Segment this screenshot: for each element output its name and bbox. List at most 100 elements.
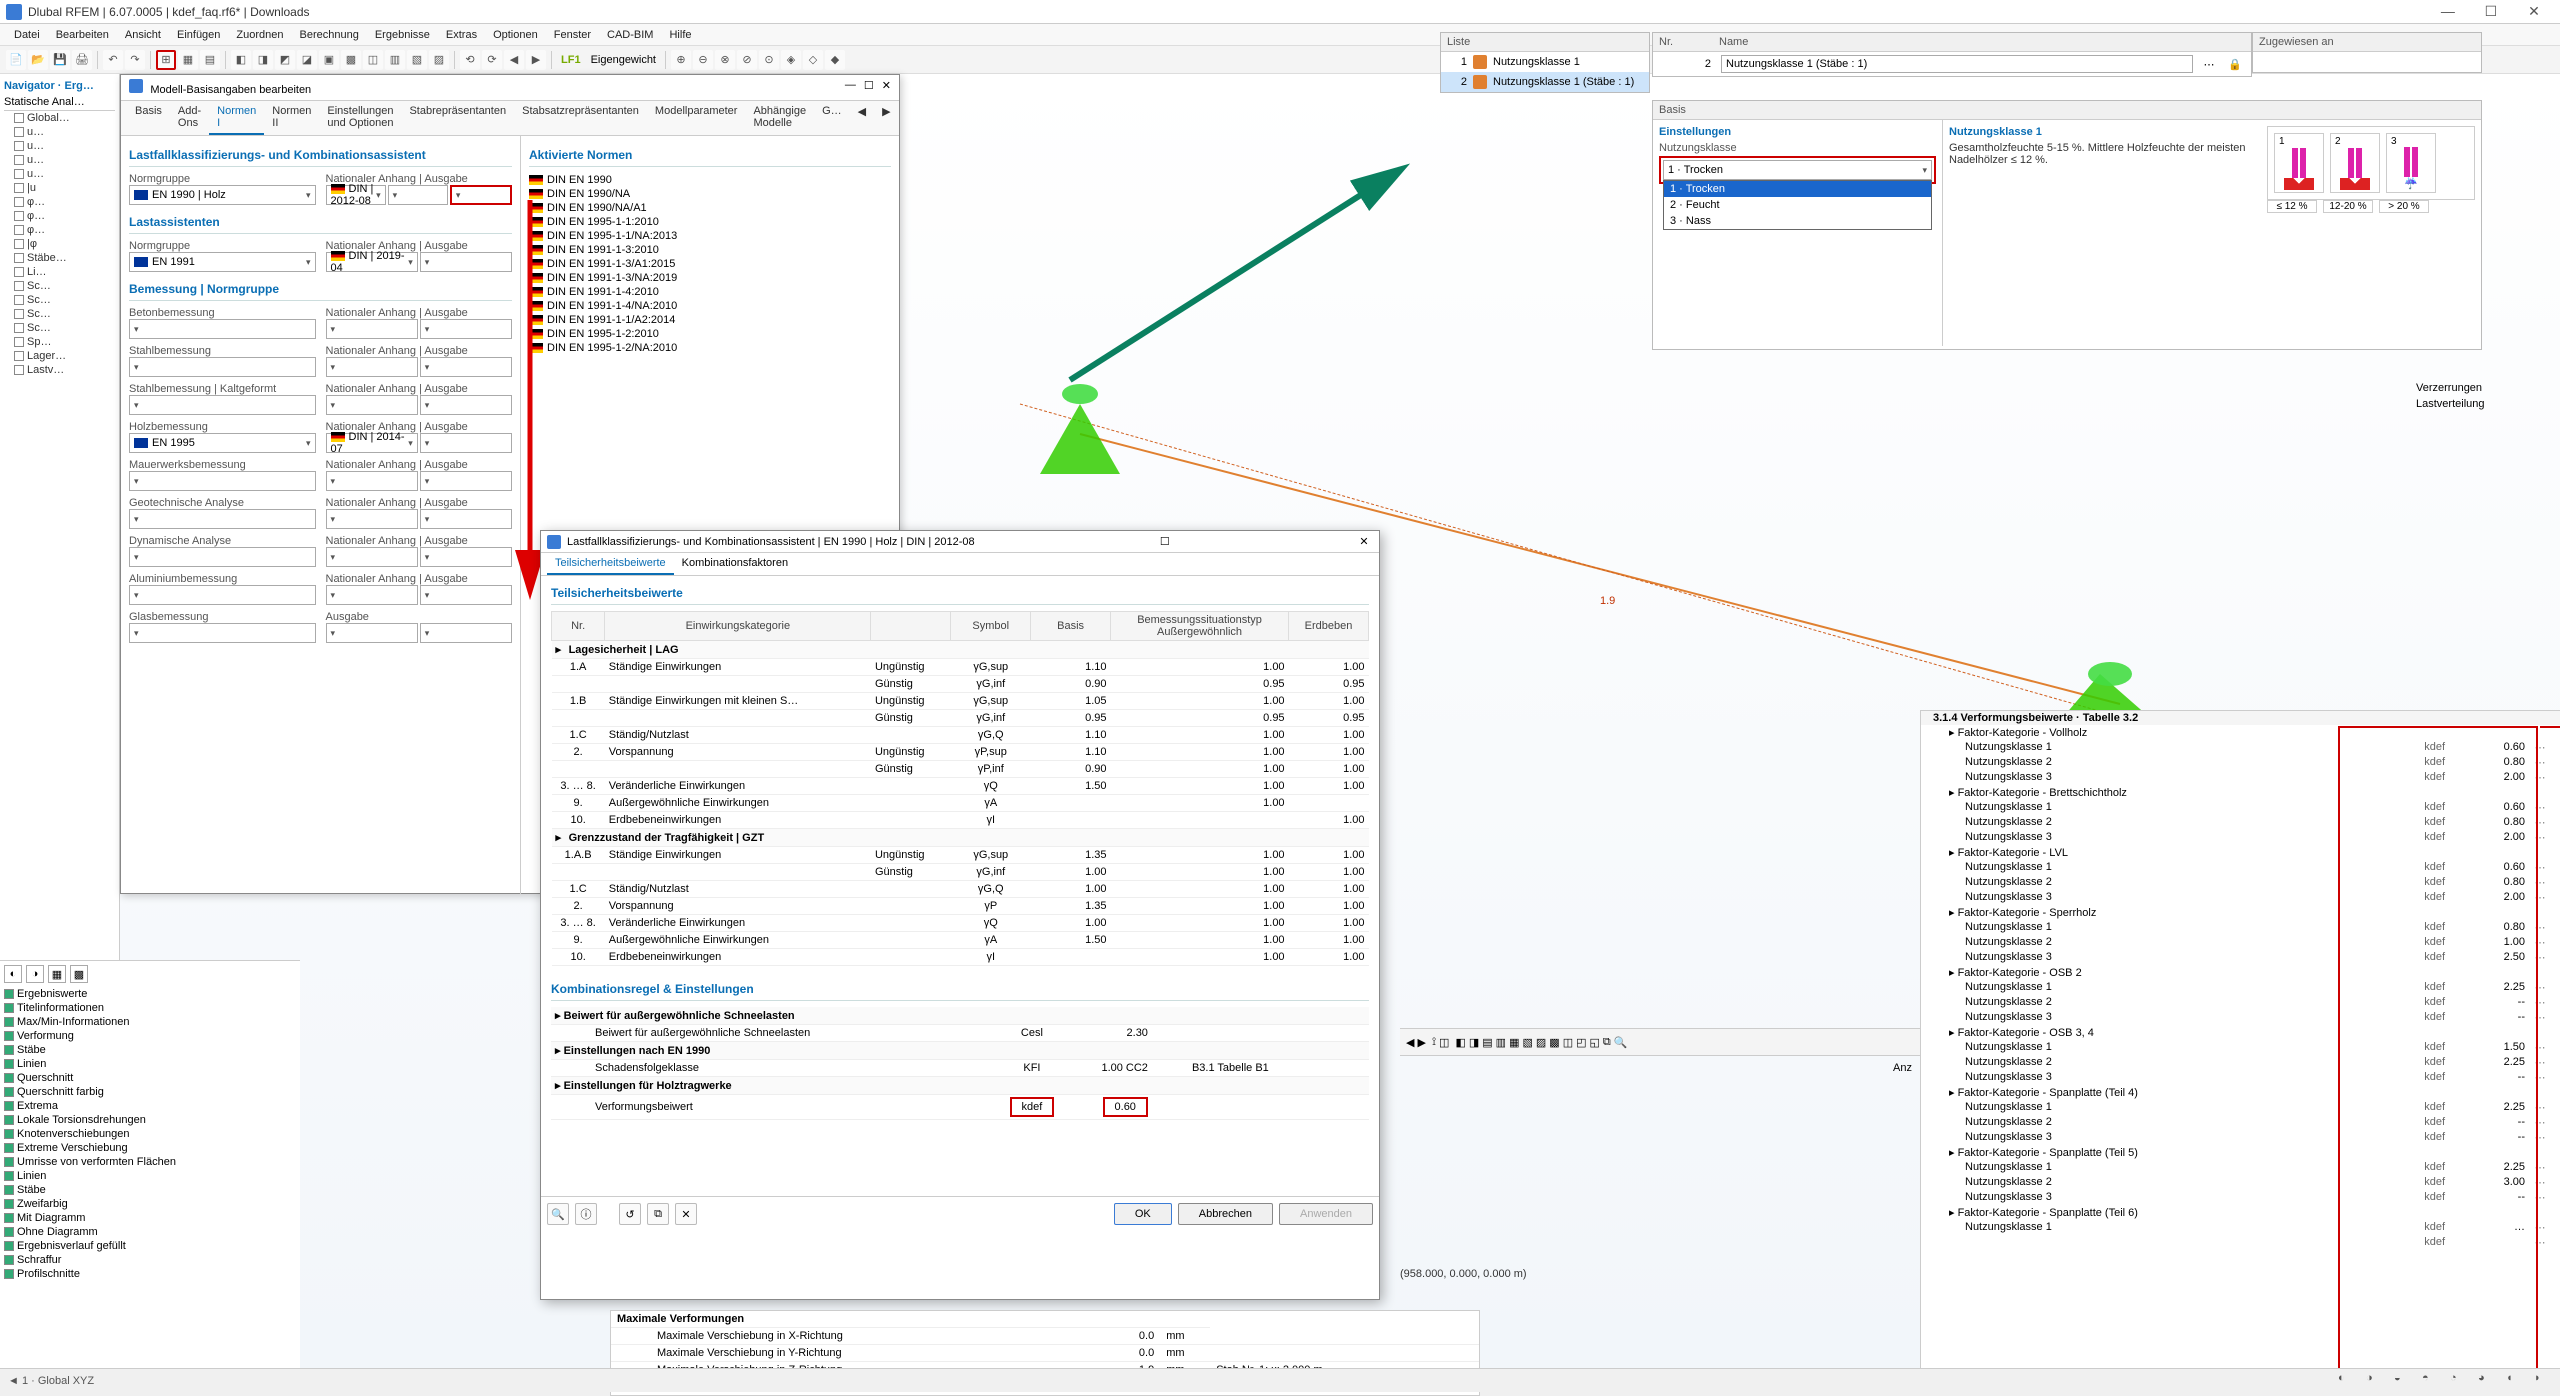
dd-bemessung[interactable]: EN 1995	[129, 433, 316, 453]
cancel-button[interactable]: Abbrechen	[1178, 1203, 1273, 1225]
menu-fenster[interactable]: Fenster	[546, 29, 599, 41]
kdef-row[interactable]: Nutzungsklasse 1kdef2.25⋯Tabelle 3.2	[1921, 980, 2560, 995]
sb-icon[interactable]: ◓	[2422, 1372, 2440, 1390]
tb-redo-icon[interactable]: ↷	[125, 50, 145, 70]
kdef-row[interactable]: Nutzungsklasse 1kdef…⋯Tabelle 3.2	[1921, 1220, 2560, 1235]
kdef-row[interactable]: Nutzungsklasse 3kdef2.00⋯Tabelle 3.2	[1921, 770, 2560, 785]
kfi-value[interactable]: 1.00 CC2	[1072, 1060, 1152, 1077]
tab-scroll-right-icon[interactable]: ▶	[874, 101, 898, 135]
dd-normgruppe-1[interactable]: EN 1990 | Holz	[129, 185, 316, 205]
tb-icon[interactable]: ▤	[200, 50, 220, 70]
kdef-category[interactable]: ▸ Faktor-Kategorie - Brettschichtholz	[1921, 785, 2560, 800]
tab-abhmodelle[interactable]: Abhängige Modelle	[745, 101, 814, 135]
nav-item[interactable]: Lager…	[14, 349, 115, 363]
dd-na-1[interactable]: DIN | 2012-08	[326, 185, 386, 205]
sb-icon[interactable]: ◐	[2338, 1372, 2356, 1390]
rt-btn-icon[interactable]: ◑	[26, 965, 44, 983]
kdef-category[interactable]: ▸ Faktor-Kategorie - Spanplatte (Teil 6)	[1921, 1205, 2560, 1220]
lf-name[interactable]: Eigengewicht	[587, 54, 660, 66]
kdef-head[interactable]: 3.1.4 Verformungsbeiwerte · Tabelle 3.2	[1933, 712, 2560, 724]
rtb-icon[interactable]: ▤	[1482, 1036, 1492, 1049]
tb-icon[interactable]: ⊖	[693, 50, 713, 70]
kdef-row[interactable]: Nutzungsklasse 2kdef3.00⋯Tabelle 3.2	[1921, 1175, 2560, 1190]
result-tree-item[interactable]: Max/Min-Informationen	[4, 1015, 296, 1029]
kdef-category[interactable]: ▸ Faktor-Kategorie - Sperrholz	[1921, 905, 2560, 920]
dd-bemessung[interactable]	[129, 357, 316, 377]
rtb-icon[interactable]: ▦	[1509, 1036, 1519, 1049]
dd-bemessung-na[interactable]	[326, 509, 418, 529]
filter-btn[interactable]	[420, 395, 512, 415]
norm-item[interactable]: DIN EN 1991-1-3:2010	[529, 243, 891, 257]
grp-snow[interactable]: Beiwert für außergewöhnliche Schneelaste…	[564, 1010, 795, 1022]
kdef-row[interactable]: Nutzungsklasse 3kdef--⋯Tabelle 3.2	[1921, 1130, 2560, 1145]
norm-item[interactable]: DIN EN 1990/NA/A1	[529, 201, 891, 215]
tb-new-icon[interactable]: 📄	[6, 50, 26, 70]
nav-item[interactable]: φ…	[14, 209, 115, 223]
result-tree-item[interactable]: Extrema	[4, 1099, 296, 1113]
filter-btn[interactable]	[420, 433, 512, 453]
tb-icon[interactable]: ◇	[803, 50, 823, 70]
result-tree-item[interactable]: Linien	[4, 1057, 296, 1071]
tab-kf[interactable]: Kombinationsfaktoren	[674, 553, 796, 575]
dd-normgruppe-2[interactable]: EN 1991	[129, 252, 316, 272]
filter-btn[interactable]	[420, 509, 512, 529]
result-tree-item[interactable]: Ergebniswerte	[4, 987, 296, 1001]
kdef-category[interactable]: ▸ Faktor-Kategorie - OSB 3, 4	[1921, 1025, 2560, 1040]
sb-icon[interactable]: ◖	[2506, 1372, 2524, 1390]
tb-icon[interactable]: ▣	[319, 50, 339, 70]
dd-bemessung-na[interactable]: DIN | 2014-07	[326, 433, 418, 453]
lfk-max-icon[interactable]: ☐	[1156, 535, 1174, 548]
dd-bemessung-na[interactable]	[326, 623, 418, 643]
nav-item[interactable]: φ…	[14, 223, 115, 237]
dd-bemessung[interactable]	[129, 471, 316, 491]
rtb-icon[interactable]: 🔍	[1614, 1036, 1628, 1049]
menu-bearbeiten[interactable]: Bearbeiten	[48, 29, 117, 41]
result-tree-item[interactable]: Stäbe	[4, 1043, 296, 1057]
liste-row[interactable]: 1Nutzungsklasse 1	[1441, 52, 1649, 72]
filter-btn[interactable]	[420, 471, 512, 491]
dd-nutzungsklasse-listbox[interactable]: 1 · Trocken 2 · Feucht 3 · Nass	[1663, 180, 1932, 230]
tb-icon[interactable]: ⟳	[482, 50, 502, 70]
kdef-row[interactable]: Nutzungsklasse 1kdef0.80⋯Tabelle 3.2	[1921, 920, 2560, 935]
sb-icon[interactable]: ◕	[2478, 1372, 2496, 1390]
kdef-row[interactable]: Nutzungsklasse 3kdef2.50⋯Tabelle 3.2	[1921, 950, 2560, 965]
kdef-row[interactable]: Nutzungsklasse 1kdef0.60⋯Tabelle 3.2	[1921, 800, 2560, 815]
rtb-icon[interactable]: ▨	[1536, 1036, 1546, 1049]
dd-bemessung-na[interactable]	[326, 585, 418, 605]
dd-bemessung-na[interactable]	[326, 471, 418, 491]
ok-button[interactable]: OK	[1114, 1203, 1172, 1225]
result-tree-item[interactable]: Querschnitt farbig	[4, 1085, 296, 1099]
nav-item[interactable]: Sc…	[14, 279, 115, 293]
filter-btn-1[interactable]	[388, 185, 448, 205]
result-tree-item[interactable]: Titelinformationen	[4, 1001, 296, 1015]
tb-icon[interactable]: ◈	[781, 50, 801, 70]
kdef-category[interactable]: ▸ Faktor-Kategorie - Spanplatte (Teil 5)	[1921, 1145, 2560, 1160]
filter-btn-2[interactable]	[420, 252, 512, 272]
result-tree-item[interactable]: Extreme Verschiebung	[4, 1141, 296, 1155]
kdef-category[interactable]: ▸ Faktor-Kategorie - Vollholz	[1921, 725, 2560, 740]
rtb-icon[interactable]: ▩	[1549, 1036, 1559, 1049]
tab-tsb[interactable]: Teilsicherheitsbeiwerte	[547, 553, 674, 575]
dd-bemessung-na[interactable]	[326, 547, 418, 567]
kdef-row[interactable]: Nutzungsklasse 1kdef0.60⋯Tabelle 3.2	[1921, 740, 2560, 755]
menu-extras[interactable]: Extras	[438, 29, 485, 41]
tb-icon[interactable]: ▥	[385, 50, 405, 70]
lf-code[interactable]: LF1	[557, 54, 585, 66]
name-more-icon[interactable]: ⋯	[2199, 58, 2219, 71]
norm-item[interactable]: DIN EN 1991-1-1/A2:2014	[529, 313, 891, 327]
dd-bemessung-na[interactable]	[326, 319, 418, 339]
menu-datei[interactable]: Datei	[6, 29, 48, 41]
tb-save-icon[interactable]: 💾	[50, 50, 70, 70]
kdef-row[interactable]: Nutzungsklasse 2kdef--⋯Tabelle 3.2	[1921, 1115, 2560, 1130]
tab-basis[interactable]: Basis	[127, 101, 170, 135]
tb-icon[interactable]: ▧	[407, 50, 427, 70]
nk-icon-3[interactable]: 3☔	[2386, 133, 2436, 193]
dd-na-2[interactable]: DIN | 2019-04	[326, 252, 418, 272]
menu-hilfe[interactable]: Hilfe	[661, 29, 699, 41]
norm-item[interactable]: DIN EN 1995-1-1/NA:2013	[529, 229, 891, 243]
rtb-icon[interactable]: ⟟	[1432, 1036, 1436, 1049]
mw-close-icon[interactable]: ✕	[882, 79, 891, 92]
result-tree-item[interactable]: Lokale Torsionsdrehungen	[4, 1113, 296, 1127]
tb-print-icon[interactable]: 🖨	[72, 50, 92, 70]
norm-item[interactable]: DIN EN 1990	[529, 173, 891, 187]
